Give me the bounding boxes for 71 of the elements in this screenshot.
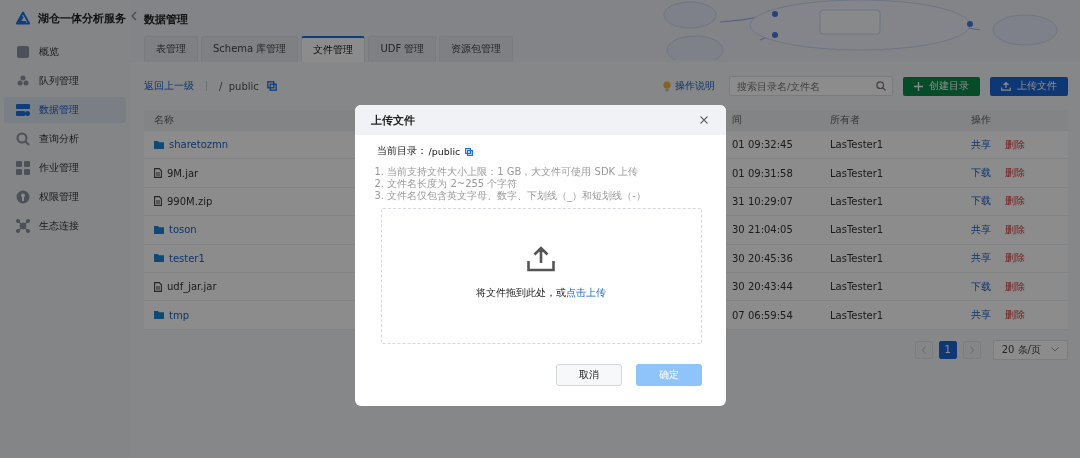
owner-cell-text: LasTester1 (830, 195, 885, 207)
time-cell-text: 31 10:29:07 (732, 195, 794, 207)
sidebar-item[interactable]: 数据管理 (4, 97, 126, 123)
action-link[interactable]: 删除 (1005, 308, 1025, 323)
folder-link[interactable]: tester1 (169, 252, 205, 264)
back-link[interactable]: 返回上一级 (144, 79, 194, 93)
sidebar-item[interactable]: 作业管理 (4, 155, 126, 181)
sidebar-item[interactable]: 查询分析 (4, 126, 126, 152)
tab[interactable]: Schema 库管理 (201, 36, 299, 62)
upload-rule-text: 3. 文件名仅包含英文字母、数字、下划线（_）和短划线（-） (374, 190, 647, 202)
time-cell-text: 30 20:43:44 (732, 281, 794, 293)
upload-rule-text: 1. 当前支持文件大小上限：1 GB，大文件可使用 SDK 上传 (374, 166, 640, 178)
action-link[interactable]: 删除 (1005, 137, 1025, 152)
page-button[interactable]: 1 (938, 340, 957, 359)
time-cell-text: 30 20:45:36 (732, 252, 794, 264)
click-upload-link[interactable]: 点击上传 (566, 287, 606, 298)
action-link[interactable]: 共享 (971, 251, 991, 266)
path-text: / public (219, 80, 259, 92)
action-link[interactable]: 删除 (1005, 222, 1025, 237)
tab[interactable]: 文件管理 (301, 36, 366, 62)
action-link[interactable]: 下载 (971, 194, 991, 209)
owner-cell-text: LasTester1 (830, 224, 885, 236)
action-link[interactable]: 删除 (1005, 279, 1025, 294)
owner-cell-text: LasTester1 (830, 309, 885, 321)
sidebar-item[interactable]: 权限管理 (4, 184, 126, 210)
file-name: 990M.zip (167, 195, 213, 207)
owner-cell-text: LasTester1 (830, 167, 885, 179)
tab[interactable]: UDF 管理 (368, 36, 437, 62)
owner-cell-text: LasTester1 (830, 281, 885, 293)
action-link[interactable]: 删除 (1005, 166, 1025, 181)
page-title: 数据管理 (144, 12, 189, 27)
cancel-button[interactable]: 取消 (555, 364, 622, 386)
tab[interactable]: 资源包管理 (439, 36, 514, 62)
file-name: udf_jar.jar (167, 281, 217, 293)
action-link[interactable]: 共享 (971, 222, 991, 237)
drop-hint-text: 将文件拖到此处，或 (476, 287, 566, 298)
action-link[interactable]: 下载 (971, 166, 991, 181)
time-cell-text: 07 06:59:54 (732, 309, 794, 321)
time-cell-text: 30 21:04:05 (732, 224, 794, 236)
file-name: 9M.jar (167, 167, 199, 179)
app-title: 湖仓一体分析服务 (38, 10, 126, 26)
help-link[interactable]: 操作说明 (675, 79, 715, 93)
dialog-title: 上传文件 (370, 112, 415, 128)
page-size-select[interactable]: 20 条/页 (992, 339, 1068, 360)
upload-file-button[interactable]: 上传文件 (990, 76, 1068, 96)
upload-rule-text: 2. 文件名长度为 2~255 个字符 (374, 178, 519, 190)
sidebar-item[interactable]: 队列管理 (4, 68, 126, 94)
column-header: 操作 (971, 113, 991, 127)
action-link[interactable]: 共享 (971, 137, 991, 152)
folder-link[interactable]: sharetozmn (169, 139, 229, 151)
sidebar-item[interactable]: 生态连接 (4, 213, 126, 239)
action-link[interactable]: 删除 (1005, 194, 1025, 209)
column-header: 名称 (154, 113, 174, 127)
action-link[interactable]: 删除 (1005, 251, 1025, 266)
action-link[interactable]: 下载 (971, 279, 991, 294)
current-directory: /public (428, 146, 461, 157)
column-header: 间 (732, 113, 742, 127)
search-field[interactable]: 搜索目录名/文件名 (729, 76, 893, 96)
time-cell-text: 01 09:31:58 (732, 167, 794, 179)
sidebar-item[interactable]: 概览 (4, 39, 126, 65)
folder-link[interactable]: tmp (169, 309, 189, 321)
time-cell-text: 01 09:32:45 (732, 139, 794, 151)
action-link[interactable]: 共享 (971, 308, 991, 323)
create-folder-button[interactable]: 创建目录 (903, 76, 980, 96)
column-header: 所有者 (830, 113, 860, 127)
tab[interactable]: 表管理 (144, 36, 198, 62)
current-directory-label: 当前目录： (376, 145, 427, 158)
folder-link[interactable]: toson (169, 224, 197, 236)
owner-cell-text: LasTester1 (830, 139, 885, 151)
owner-cell-text: LasTester1 (830, 252, 885, 264)
drop-zone[interactable]: 将文件拖到此处，或点击上传 (380, 208, 702, 344)
